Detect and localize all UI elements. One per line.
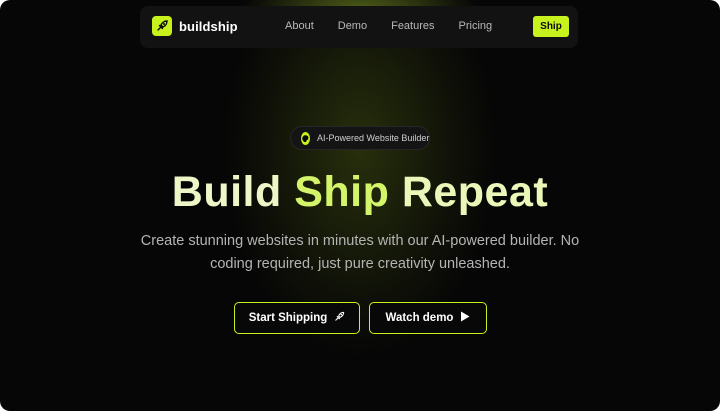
brand-name: buildship <box>179 18 238 34</box>
nav-links: About Demo Features Pricing <box>285 20 516 32</box>
start-shipping-label: Start Shipping <box>248 312 328 324</box>
nav-link-features[interactable]: Features <box>391 20 434 32</box>
nav-link-about[interactable]: About <box>285 20 314 32</box>
hero-title-word-build: Build <box>171 168 282 216</box>
feature-badge: AI-Powered Website Builder <box>290 126 430 150</box>
hero-title: Build Ship Repeat <box>0 166 720 218</box>
badge-text: AI-Powered Website Builder <box>317 133 430 143</box>
hero-subtitle: Create stunning websites in minutes with… <box>140 233 580 272</box>
hero-title-word-repeat: Repeat <box>401 168 549 216</box>
ship-button[interactable]: Ship <box>533 16 569 37</box>
nav-link-pricing[interactable]: Pricing <box>459 20 493 32</box>
landing-page: buildship About Demo Features Pricing Sh… <box>0 0 720 411</box>
start-shipping-button[interactable]: Start Shipping <box>234 302 360 334</box>
brain-icon <box>301 131 310 145</box>
play-icon <box>460 311 470 325</box>
brand-logo[interactable]: buildship <box>152 16 238 36</box>
rocket-logo-icon <box>152 16 172 36</box>
nav-link-demo[interactable]: Demo <box>338 20 367 32</box>
rocket-icon <box>334 311 345 325</box>
navbar: buildship About Demo Features Pricing Sh… <box>140 6 578 48</box>
watch-demo-label: Watch demo <box>385 312 454 324</box>
hero-title-word-ship: Ship <box>294 168 390 216</box>
watch-demo-button[interactable]: Watch demo <box>369 302 487 334</box>
